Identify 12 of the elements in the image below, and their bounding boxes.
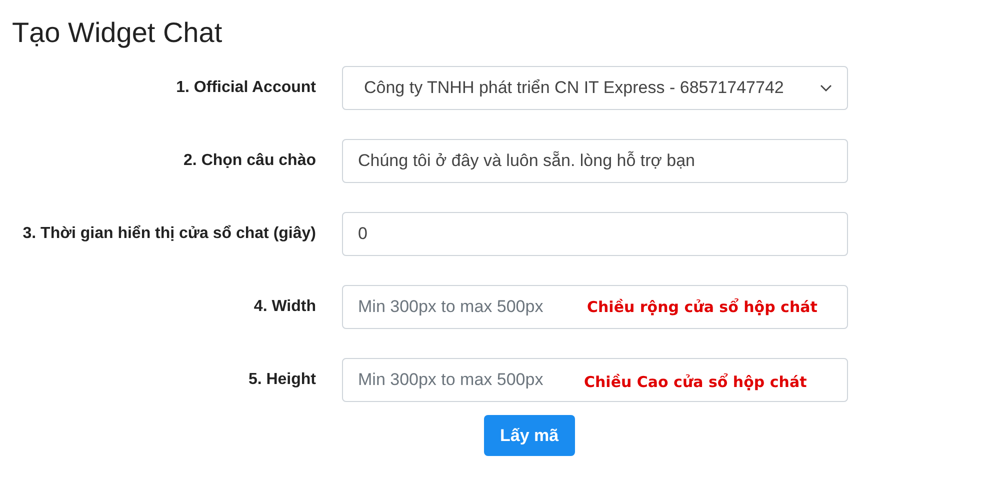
field-label: 3. Thời gian hiển thị cửa sổ chat (giây) <box>22 225 317 243</box>
field-label: 4. Width <box>252 298 317 316</box>
annotation-text: Chiều rộng cửa sổ hộp chát <box>587 298 818 316</box>
account-select[interactable]: Công ty TNHH phát triển CN IT Express - 68571747742 <box>342 66 848 110</box>
page-title: Tạo Widget Chat <box>12 16 224 50</box>
annotation-text: Chiều Cao cửa sổ hộp chát <box>584 373 807 391</box>
field-label: 5. Height <box>247 371 317 389</box>
caret-icon <box>820 84 832 92</box>
input-field[interactable]: 0 <box>342 212 848 256</box>
field-label: 1. Official Account <box>175 79 317 97</box>
input-field[interactable]: Chúng tôi ở đây và luôn sẵn. lòng hỗ trợ bạn <box>342 139 848 183</box>
field-label: 2. Chọn câu chào <box>182 152 317 170</box>
